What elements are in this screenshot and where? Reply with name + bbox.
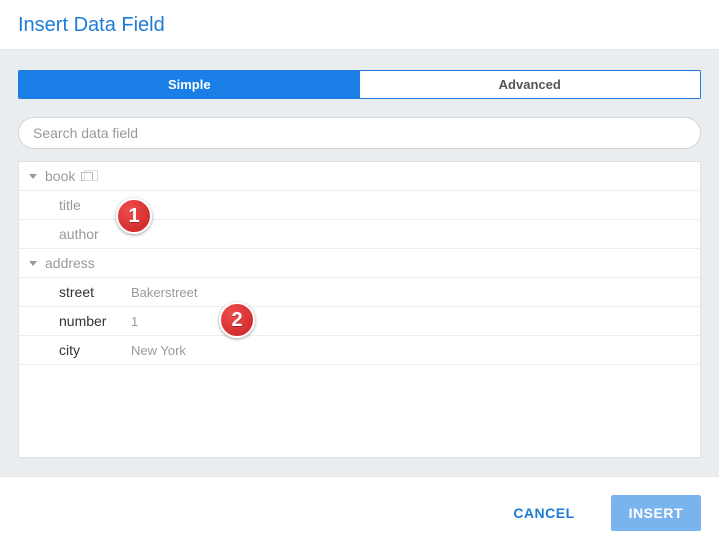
tree-group-address[interactable]: address — [19, 249, 700, 278]
insert-button[interactable]: Insert — [611, 495, 701, 531]
field-label: number — [59, 313, 119, 329]
field-value: 1 — [131, 314, 138, 329]
tree-panel: book title author address street Bakerst… — [18, 161, 701, 458]
tree-item-number[interactable]: number 1 — [19, 307, 700, 336]
search-wrap — [18, 117, 701, 149]
caret-down-icon — [29, 174, 37, 179]
field-value: Bakerstreet — [131, 285, 197, 300]
tree-item-author[interactable]: author — [19, 220, 700, 249]
field-label: city — [59, 342, 119, 358]
field-label: title — [59, 197, 119, 213]
insert-data-field-dialog: Insert Data Field Simple Advanced book t… — [0, 0, 719, 545]
tab-advanced[interactable]: Advanced — [360, 71, 701, 98]
tree-item-street[interactable]: street Bakerstreet — [19, 278, 700, 307]
cancel-button[interactable]: Cancel — [495, 495, 592, 531]
field-label: author — [59, 226, 119, 242]
search-input[interactable] — [18, 117, 701, 149]
tree-item-title[interactable]: title — [19, 191, 700, 220]
repeatable-icon — [81, 172, 93, 181]
dialog-footer: Cancel Insert — [0, 476, 719, 545]
dialog-header: Insert Data Field — [0, 0, 719, 50]
group-label: book — [45, 168, 75, 184]
tree-group-book[interactable]: book — [19, 162, 700, 191]
group-label: address — [45, 255, 95, 271]
dialog-title: Insert Data Field — [18, 14, 701, 37]
dialog-body: Simple Advanced book title author — [0, 50, 719, 476]
tab-row: Simple Advanced — [18, 70, 701, 99]
field-value: New York — [131, 343, 186, 358]
caret-down-icon — [29, 261, 37, 266]
field-label: street — [59, 284, 119, 300]
tree-item-city[interactable]: city New York — [19, 336, 700, 365]
tab-simple[interactable]: Simple — [19, 71, 360, 98]
